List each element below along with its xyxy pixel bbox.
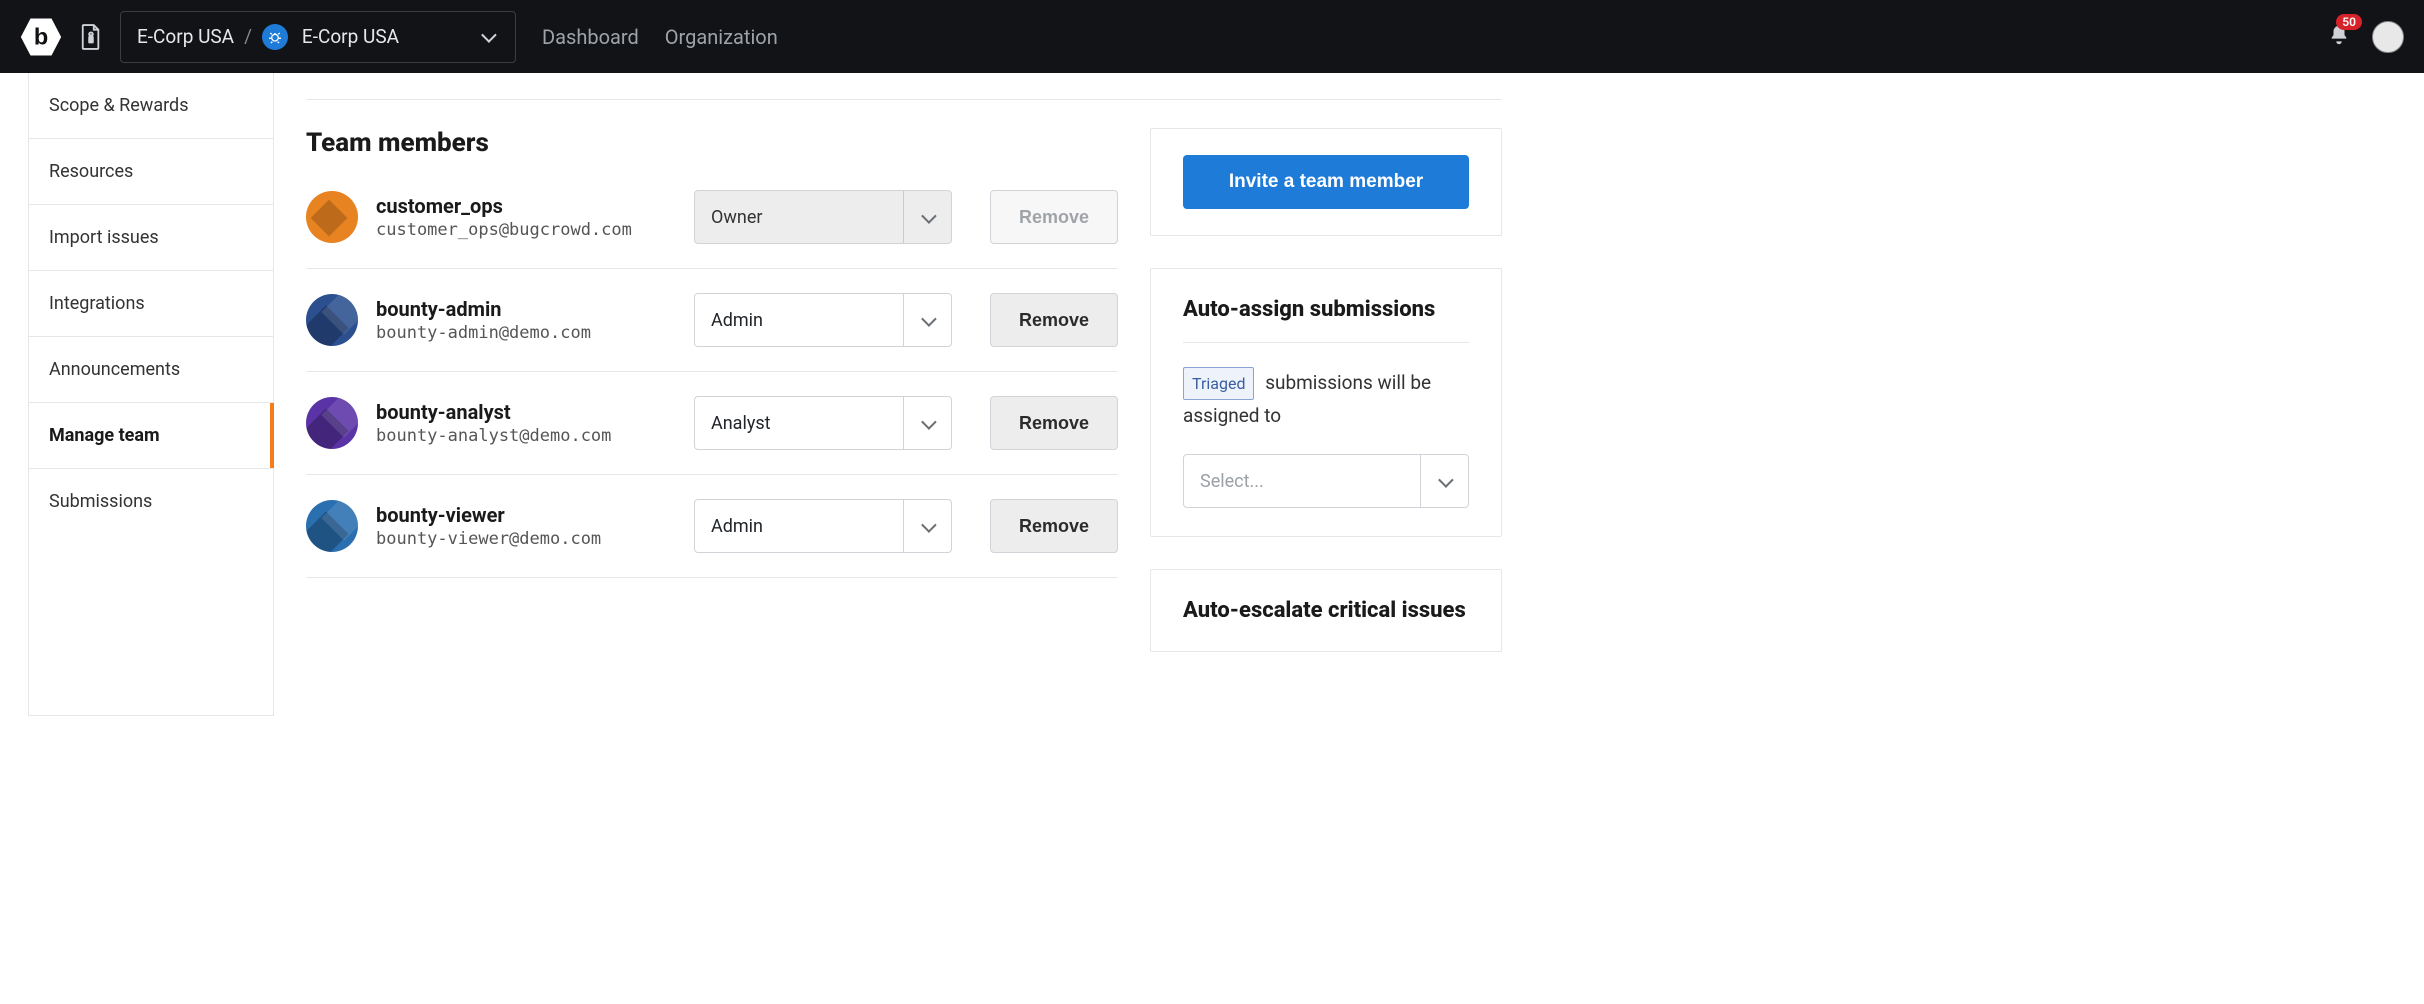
sidebar: Scope & Rewards Resources Import issues … bbox=[28, 73, 274, 716]
remove-button[interactable]: Remove bbox=[990, 396, 1118, 450]
sidebar-item-integrations[interactable]: Integrations bbox=[29, 271, 273, 337]
member-info: bounty-analyst bounty-analyst@demo.com bbox=[376, 400, 676, 446]
member-avatar bbox=[306, 500, 358, 552]
sidebar-item-manage-team[interactable]: Manage team bbox=[29, 403, 273, 469]
content: Team members customer_ops customer_ops@b… bbox=[274, 73, 1534, 716]
top-nav-right: 50 bbox=[2328, 21, 2404, 53]
member-name: bounty-admin bbox=[376, 297, 676, 321]
member-row: bounty-admin bounty-admin@demo.com Admin… bbox=[306, 269, 1118, 372]
auto-assign-card: Auto-assign submissions Triaged submissi… bbox=[1150, 268, 1502, 537]
chevron-down-icon bbox=[903, 397, 951, 449]
chevron-down-icon bbox=[903, 294, 951, 346]
sidebar-item-scope-rewards[interactable]: Scope & Rewards bbox=[29, 73, 273, 139]
chevron-down-icon bbox=[903, 191, 951, 243]
team-members-heading: Team members bbox=[306, 128, 1118, 158]
bug-icon bbox=[262, 24, 288, 50]
chevron-down-icon bbox=[1420, 455, 1468, 507]
remove-button[interactable]: Remove bbox=[990, 293, 1118, 347]
brand-logo[interactable]: b bbox=[20, 16, 62, 58]
sidebar-item-import-issues[interactable]: Import issues bbox=[29, 205, 273, 271]
sidebar-item-announcements[interactable]: Announcements bbox=[29, 337, 273, 403]
member-info: customer_ops customer_ops@bugcrowd.com bbox=[376, 194, 676, 240]
invite-card: Invite a team member bbox=[1150, 128, 1502, 236]
role-value: Owner bbox=[695, 207, 903, 228]
role-select[interactable]: Admin bbox=[694, 293, 952, 347]
sidebar-item-resources[interactable]: Resources bbox=[29, 139, 273, 205]
sidebar-item-submissions[interactable]: Submissions bbox=[29, 469, 273, 534]
member-email: bounty-viewer@demo.com bbox=[376, 529, 676, 549]
auto-assign-text: Triaged submissions will be assigned to bbox=[1183, 367, 1469, 432]
role-select[interactable]: Admin bbox=[694, 499, 952, 553]
auto-assign-select[interactable]: Select... bbox=[1183, 454, 1469, 508]
member-name: bounty-viewer bbox=[376, 503, 676, 527]
triaged-tag: Triaged bbox=[1183, 367, 1254, 400]
chevron-down-icon bbox=[903, 500, 951, 552]
org-current: E-Corp USA bbox=[302, 25, 399, 48]
org-switcher[interactable]: E-Corp USA / E-Corp USA bbox=[120, 11, 516, 63]
notification-count: 50 bbox=[2336, 14, 2362, 30]
top-nav-left: b E-Corp USA / E-Corp USA Dashboard Orga… bbox=[20, 11, 778, 63]
top-nav-links: Dashboard Organization bbox=[542, 25, 778, 49]
nav-link-dashboard[interactable]: Dashboard bbox=[542, 25, 639, 49]
member-email: customer_ops@bugcrowd.com bbox=[376, 220, 676, 240]
select-placeholder: Select... bbox=[1184, 471, 1420, 492]
member-row: bounty-analyst bounty-analyst@demo.com A… bbox=[306, 372, 1118, 475]
member-name: customer_ops bbox=[376, 194, 676, 218]
auto-escalate-heading: Auto-escalate critical issues bbox=[1183, 598, 1469, 623]
remove-button[interactable]: Remove bbox=[990, 499, 1118, 553]
member-info: bounty-viewer bounty-viewer@demo.com bbox=[376, 503, 676, 549]
role-select: Owner bbox=[694, 190, 952, 244]
member-info: bounty-admin bounty-admin@demo.com bbox=[376, 297, 676, 343]
main: Scope & Rewards Resources Import issues … bbox=[0, 73, 2424, 716]
role-value: Analyst bbox=[695, 413, 903, 434]
remove-button: Remove bbox=[990, 190, 1118, 244]
team-members-panel: Team members customer_ops customer_ops@b… bbox=[306, 128, 1118, 684]
notifications-button[interactable]: 50 bbox=[2328, 24, 2350, 50]
chevron-down-icon bbox=[467, 27, 507, 46]
role-value: Admin bbox=[695, 310, 903, 331]
invite-team-member-button[interactable]: Invite a team member bbox=[1183, 155, 1469, 209]
member-avatar bbox=[306, 397, 358, 449]
top-nav: b E-Corp USA / E-Corp USA Dashboard Orga… bbox=[0, 0, 2424, 73]
right-column: Invite a team member Auto-assign submiss… bbox=[1150, 128, 1502, 684]
member-avatar bbox=[306, 294, 358, 346]
member-row: bounty-viewer bounty-viewer@demo.com Adm… bbox=[306, 475, 1118, 578]
svg-text:b: b bbox=[34, 23, 48, 49]
member-email: bounty-analyst@demo.com bbox=[376, 426, 676, 446]
auto-escalate-card: Auto-escalate critical issues bbox=[1150, 569, 1502, 652]
member-email: bounty-admin@demo.com bbox=[376, 323, 676, 343]
breadcrumb-separator: / bbox=[244, 25, 252, 48]
member-row: customer_ops customer_ops@bugcrowd.com O… bbox=[306, 182, 1118, 269]
auto-assign-heading: Auto-assign submissions bbox=[1183, 297, 1469, 322]
section-divider bbox=[306, 99, 1502, 100]
role-select[interactable]: Analyst bbox=[694, 396, 952, 450]
nav-link-organization[interactable]: Organization bbox=[665, 25, 778, 49]
document-icon[interactable] bbox=[80, 24, 102, 50]
org-parent: E-Corp USA bbox=[137, 25, 234, 48]
member-avatar bbox=[306, 191, 358, 243]
member-name: bounty-analyst bbox=[376, 400, 676, 424]
user-avatar[interactable] bbox=[2372, 21, 2404, 53]
role-value: Admin bbox=[695, 516, 903, 537]
